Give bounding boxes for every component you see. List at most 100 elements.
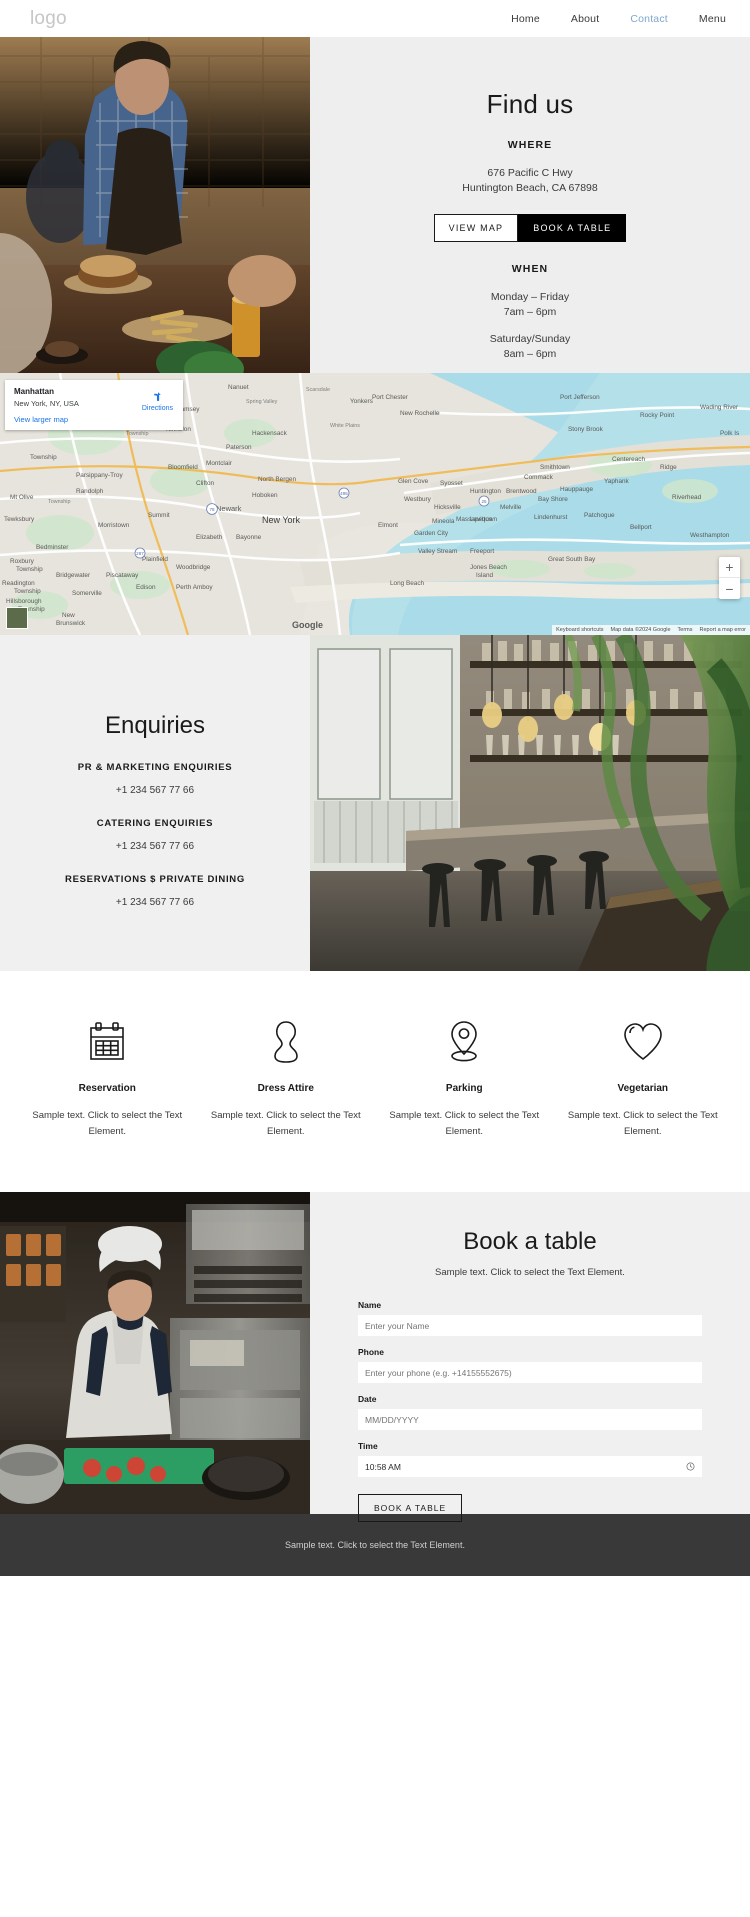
svg-text:Hackensack: Hackensack (252, 430, 288, 437)
svg-text:78: 78 (209, 507, 215, 512)
submit-booking-button[interactable]: BOOK A TABLE (358, 1494, 463, 1522)
keyboard-shortcuts-link[interactable]: Keyboard shortcuts (556, 627, 603, 633)
zoom-in-button[interactable]: + (719, 557, 740, 578)
google-map-embed[interactable]: Yonkers New Rochelle Hoboken Elmont New Yo… (0, 373, 750, 635)
where-label: WHERE (507, 139, 553, 151)
svg-text:New: New (62, 612, 75, 619)
svg-text:Port Jefferson: Port Jefferson (560, 394, 600, 401)
feature-dress-attire: Dress Attire Sample text. Click to selec… (197, 1019, 376, 1140)
svg-text:Bridgewater: Bridgewater (56, 572, 91, 579)
site-logo[interactable]: logo (30, 8, 67, 30)
weekday-hours: 7am – 6pm (503, 306, 557, 318)
booking-subtitle: Sample text. Click to select the Text El… (435, 1267, 625, 1278)
site-footer: Sample text. Click to select the Text El… (0, 1514, 750, 1576)
map-pin-icon (383, 1019, 546, 1065)
svg-text:Hoboken: Hoboken (252, 492, 278, 499)
feature-text-reservation: Sample text. Click to select the Text El… (32, 1110, 183, 1137)
svg-text:Readington: Readington (2, 580, 35, 587)
svg-text:New Rochelle: New Rochelle (400, 410, 440, 417)
view-map-button[interactable]: VIEW MAP (433, 214, 519, 242)
svg-text:Great South Bay: Great South Bay (548, 556, 596, 563)
svg-text:Bedminster: Bedminster (36, 544, 69, 551)
feature-title-dress-attire: Dress Attire (257, 1083, 314, 1094)
enquiry-label-reservations: RESERVATIONS $ PRIVATE DINING (65, 874, 245, 885)
weekday-days: Monday – Friday (490, 291, 570, 303)
svg-text:Westbury: Westbury (404, 496, 432, 503)
map-place-card: Manhattan New York, NY, USA View larger … (5, 380, 183, 430)
find-us-section: Find us WHERE 676 Pacific C Hwy Huntingt… (0, 37, 750, 373)
map-attribution-bar: Keyboard shortcuts Map data ©2024 Google… (552, 625, 750, 635)
svg-text:Island: Island (476, 572, 493, 579)
nav-item-about[interactable]: About (571, 13, 599, 25)
map-directions-button[interactable]: Directions (142, 390, 173, 412)
svg-text:Syosset: Syosset (440, 480, 463, 487)
clock-icon (686, 1462, 695, 1471)
when-label: WHEN (511, 263, 549, 275)
svg-text:Scarsdale: Scarsdale (306, 387, 330, 393)
feature-title-parking: Parking (445, 1083, 483, 1094)
svg-text:Montclair: Montclair (206, 460, 233, 467)
svg-text:Stony Brook: Stony Brook (568, 426, 604, 433)
terms-link[interactable]: Terms (678, 627, 693, 633)
map-zoom-controls[interactable]: + − (719, 557, 740, 599)
enquiry-phone-catering[interactable]: +1 234 567 77 66 (116, 841, 194, 852)
svg-text:Westhampton: Westhampton (690, 532, 730, 539)
heart-icon (562, 1019, 725, 1065)
enquiry-phone-pr[interactable]: +1 234 567 77 66 (116, 785, 194, 796)
features-section: Reservation Sample text. Click to select… (0, 971, 750, 1192)
book-a-table-button[interactable]: BOOK A TABLE (518, 214, 627, 242)
svg-text:Hillsborough: Hillsborough (6, 598, 42, 605)
feature-text-dress-attire: Sample text. Click to select the Text El… (210, 1110, 361, 1137)
time-input[interactable]: 10:58 AM (358, 1456, 702, 1477)
svg-text:Roxbury: Roxbury (10, 558, 35, 565)
enquiries-section: Enquiries PR & MARKETING ENQUIRIES +1 23… (0, 635, 750, 971)
nav-item-contact[interactable]: Contact (630, 13, 668, 25)
weekend-days: Saturday/Sunday (489, 333, 571, 345)
footer-text: Sample text. Click to select the Text El… (285, 1540, 465, 1550)
calendar-icon (26, 1019, 189, 1065)
nav-item-home[interactable]: Home (511, 13, 540, 25)
svg-text:Valley Stream: Valley Stream (418, 548, 457, 555)
date-input[interactable] (358, 1409, 702, 1430)
view-larger-map-link[interactable]: View larger map (14, 415, 174, 424)
svg-text:Piscataway: Piscataway (106, 572, 139, 579)
enquiry-label-catering: CATERING ENQUIRIES (96, 818, 214, 829)
nav-item-menu[interactable]: Menu (699, 13, 726, 25)
time-value: 10:58 AM (365, 1461, 401, 1472)
svg-text:Glen Cove: Glen Cove (398, 478, 429, 485)
svg-text:Summit: Summit (148, 512, 170, 519)
map-street-view-thumbnail[interactable] (6, 607, 28, 629)
svg-text:Elizabeth: Elizabeth (196, 534, 223, 541)
svg-text:Centereach: Centereach (612, 456, 645, 463)
svg-text:Freeport: Freeport (470, 548, 494, 555)
svg-text:Brunswick: Brunswick (56, 620, 86, 627)
svg-text:Township: Township (126, 431, 148, 437)
name-field-label: Name (358, 1300, 382, 1310)
restaurant-interior-photo (310, 635, 750, 971)
feature-vegetarian: Vegetarian Sample text. Click to select … (554, 1019, 733, 1140)
zoom-out-button[interactable]: − (719, 578, 740, 599)
svg-text:Massapequa: Massapequa (456, 516, 493, 523)
feature-reservation: Reservation Sample text. Click to select… (18, 1019, 197, 1140)
svg-text:Polk Is: Polk Is (720, 430, 739, 437)
name-input[interactable] (358, 1315, 702, 1336)
svg-text:Rocky Point: Rocky Point (640, 412, 674, 419)
phone-input[interactable] (358, 1362, 702, 1383)
svg-text:Port Chester: Port Chester (372, 394, 409, 401)
svg-text:Bloomfield: Bloomfield (168, 464, 198, 471)
svg-text:Long Beach: Long Beach (390, 580, 425, 587)
svg-text:Township: Township (48, 499, 70, 505)
address-line-2: Huntington Beach, CA 67898 (462, 182, 598, 194)
svg-text:Bayonne: Bayonne (236, 534, 262, 541)
page-root: logo Home About Contact Menu Find us WHE… (0, 0, 750, 1576)
address-line-1: 676 Pacific C Hwy (487, 167, 573, 179)
svg-text:Elmont: Elmont (378, 522, 398, 529)
svg-text:Jones Beach: Jones Beach (470, 564, 507, 571)
chef-kitchen-photo (0, 1192, 310, 1514)
svg-text:Patchogue: Patchogue (584, 512, 615, 519)
report-map-error-link[interactable]: Report a map error (700, 627, 746, 633)
map-directions-label: Directions (141, 405, 173, 412)
enquiry-phone-reservations[interactable]: +1 234 567 77 66 (116, 897, 194, 908)
svg-text:Yaphank: Yaphank (604, 478, 630, 485)
time-field-label: Time (358, 1441, 378, 1451)
